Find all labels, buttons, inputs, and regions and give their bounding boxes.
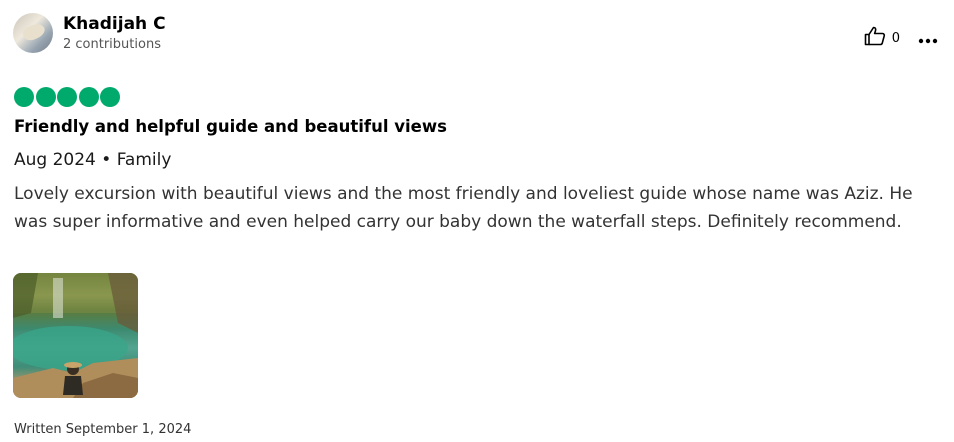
user-meta: Khadijah C 2 contributions: [63, 14, 166, 53]
thumbs-up-icon: [864, 26, 886, 50]
rating-bubble: [100, 87, 120, 107]
trip-info: Aug 2024 • Family: [14, 150, 172, 170]
review-actions: 0: [864, 26, 938, 50]
rating-bubble: [57, 87, 77, 107]
rating-bubbles: [14, 87, 122, 107]
user-name[interactable]: Khadijah C: [63, 14, 166, 34]
helpful-button[interactable]: 0: [864, 26, 900, 50]
avatar[interactable]: [13, 13, 53, 53]
review-body: Lovely excursion with beautiful views an…: [14, 184, 913, 232]
review-card: Khadijah C 2 contributions 0 Friendly an…: [0, 0, 954, 442]
user-contributions: 2 contributions: [63, 36, 161, 52]
helpful-count: 0: [891, 30, 900, 46]
rating-bubble: [78, 87, 99, 107]
rating-bubble: [35, 87, 56, 107]
written-date: Written September 1, 2024: [14, 422, 192, 437]
review-title[interactable]: Friendly and helpful guide and beautiful…: [14, 117, 447, 136]
review-photo[interactable]: [13, 273, 138, 398]
more-options-icon: [918, 25, 938, 50]
rating-bubble: [14, 87, 34, 107]
more-options-button[interactable]: [918, 33, 938, 44]
review-header: Khadijah C 2 contributions: [13, 13, 166, 53]
